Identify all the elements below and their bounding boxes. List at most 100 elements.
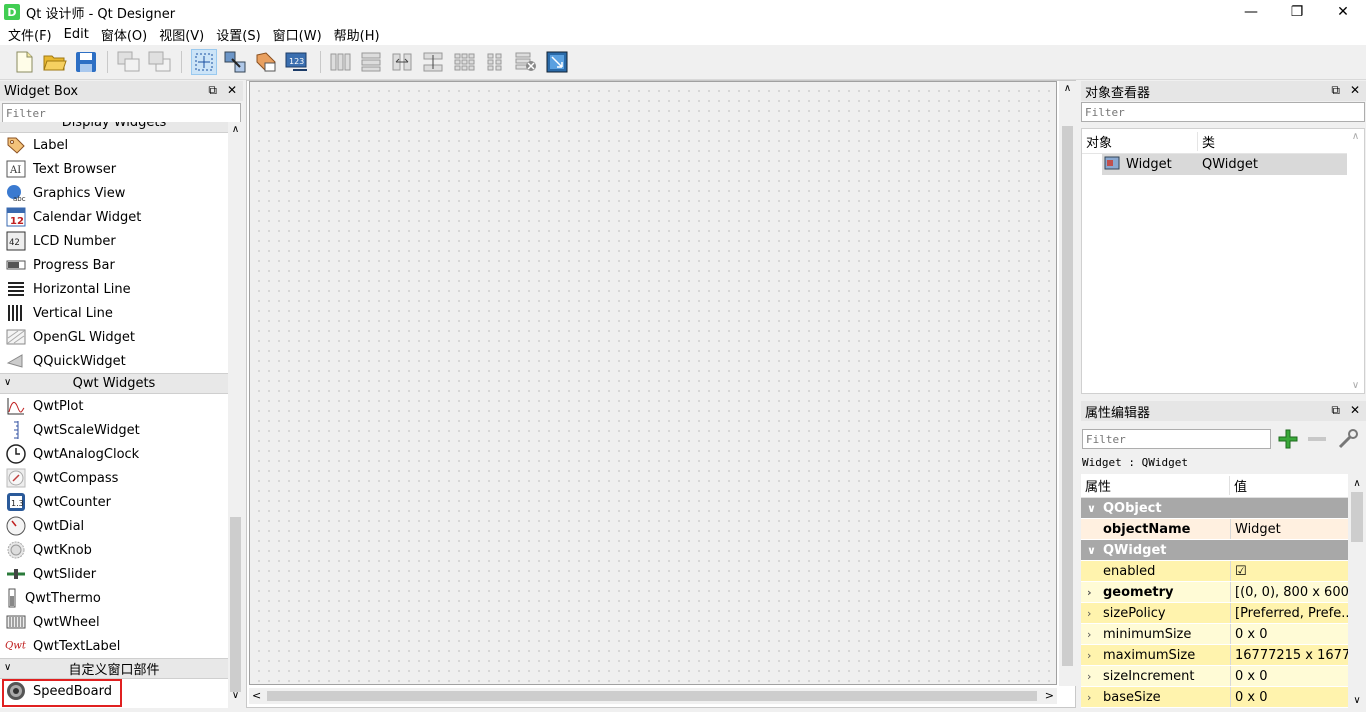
break-layout-icon[interactable] — [513, 49, 539, 75]
canvas-horizontal-scrollbar[interactable]: < > — [249, 688, 1057, 704]
object-tree-row[interactable]: Widget QWidget — [1102, 154, 1348, 175]
widget-item-text-browser[interactable]: AI Text Browser — [0, 157, 228, 181]
widget-item-qwtcounter[interactable]: 1.3 QwtCounter — [0, 490, 228, 514]
scroll-right-icon[interactable]: > — [1045, 689, 1054, 702]
property-value[interactable]: 0 x 0 — [1230, 687, 1348, 707]
menu-form[interactable]: 窗体(O) — [97, 25, 151, 44]
minimize-button[interactable]: — — [1228, 0, 1274, 24]
enabled-checkbox[interactable]: ☑ — [1230, 561, 1348, 581]
property-row-sizeincrement[interactable]: › sizeIncrement 0 x 0 — [1081, 666, 1348, 687]
widget-item-qwtscalewidget[interactable]: QwtScaleWidget — [0, 418, 228, 442]
layout-horizontal-icon[interactable] — [327, 49, 353, 75]
scroll-thumb[interactable] — [267, 691, 1037, 701]
add-property-icon[interactable] — [1275, 427, 1301, 451]
property-row-enabled[interactable]: enabled ☑ — [1081, 561, 1348, 582]
layout-grid-icon[interactable] — [451, 49, 477, 75]
edit-signals-slots-icon[interactable] — [222, 49, 248, 75]
open-icon[interactable] — [42, 49, 68, 75]
widget-item-qwtplot[interactable]: QwtPlot — [0, 394, 228, 418]
widget-item-opengl-widget[interactable]: OpenGL Widget — [0, 325, 228, 349]
chevron-right-icon[interactable]: › — [1087, 628, 1091, 641]
close-icon[interactable]: ✕ — [1350, 83, 1360, 98]
scroll-down-icon[interactable]: ∨ — [228, 690, 243, 701]
widget-item-qwtwheel[interactable]: QwtWheel — [0, 610, 228, 634]
chevron-right-icon[interactable]: › — [1087, 691, 1091, 704]
property-value[interactable]: 0 x 0 — [1230, 624, 1348, 644]
scroll-thumb[interactable] — [1062, 126, 1073, 666]
property-editor-scrollbar[interactable]: ∧ ∨ — [1348, 476, 1366, 708]
widget-item-qquickwidget[interactable]: QQuickWidget — [0, 349, 228, 373]
column-header-class[interactable]: 类 — [1198, 132, 1215, 151]
menu-settings[interactable]: 设置(S) — [212, 25, 264, 44]
property-value[interactable]: [(0, 0), 800 x 600] — [1230, 582, 1348, 602]
layout-v-splitter-icon[interactable] — [420, 49, 446, 75]
property-row-basesize[interactable]: › baseSize 0 x 0 — [1081, 687, 1348, 708]
layout-h-splitter-icon[interactable] — [389, 49, 415, 75]
property-row-geometry[interactable]: › geometry [(0, 0), 800 x 600] — [1081, 582, 1348, 603]
remove-property-icon[interactable] — [1305, 427, 1329, 451]
scroll-down-icon[interactable]: ∨ — [1347, 380, 1364, 391]
property-row-minimumsize[interactable]: › minimumSize 0 x 0 — [1081, 624, 1348, 645]
widget-item-lcd-number[interactable]: 42 LCD Number — [0, 229, 228, 253]
widget-item-label[interactable]: Label — [0, 133, 228, 157]
edit-buddies-icon[interactable] — [253, 49, 279, 75]
property-value[interactable]: Widget — [1230, 519, 1348, 539]
property-row-maximumsize[interactable]: ›maximumSize 16777215 x 1677... — [1081, 645, 1348, 666]
widget-item-qwtcompass[interactable]: QwtCompass — [0, 466, 228, 490]
chevron-right-icon[interactable]: › — [1087, 670, 1091, 683]
property-row-objectname[interactable]: objectName Widget — [1081, 519, 1348, 540]
chevron-right-icon[interactable]: › — [1087, 649, 1091, 662]
menu-help[interactable]: 帮助(H) — [330, 25, 384, 44]
widget-box-category-qwt[interactable]: ∨ Qwt Widgets — [0, 373, 228, 394]
column-header-object[interactable]: 对象 — [1082, 131, 1198, 151]
canvas-vertical-scrollbar[interactable]: ∧ — [1059, 81, 1076, 686]
scroll-thumb[interactable] — [1351, 492, 1363, 542]
widget-item-speedboard[interactable]: SpeedBoard — [0, 679, 228, 707]
widget-item-qwtslider[interactable]: QwtSlider — [0, 562, 228, 586]
widget-item-qwtanalogclock[interactable]: QwtAnalogClock — [0, 442, 228, 466]
save-icon[interactable] — [73, 49, 99, 75]
widget-item-qwtthermo[interactable]: QwtThermo — [0, 586, 228, 610]
scroll-down-icon[interactable]: ∨ — [1348, 695, 1366, 706]
widget-item-qwttextlabel[interactable]: Qwt QwtTextLabel — [0, 634, 228, 658]
float-icon[interactable]: ⧉ — [208, 83, 217, 98]
scroll-up-icon[interactable]: ∧ — [1347, 131, 1364, 142]
property-editor-filter-input[interactable] — [1082, 429, 1271, 449]
send-to-back-icon[interactable] — [116, 49, 142, 75]
form-canvas[interactable] — [249, 81, 1057, 685]
widget-box-scrollbar[interactable]: ∧ ∨ — [228, 122, 243, 708]
column-header-property[interactable]: 属性 — [1081, 476, 1230, 495]
widget-item-qwtdial[interactable]: QwtDial — [0, 514, 228, 538]
edit-widgets-icon[interactable] — [191, 49, 217, 75]
property-value[interactable]: [Preferred, Prefe... — [1230, 603, 1348, 623]
scroll-thumb[interactable] — [230, 517, 241, 692]
float-icon[interactable]: ⧉ — [1331, 83, 1340, 98]
menu-view[interactable]: 视图(V) — [155, 25, 208, 44]
widget-box-filter-input[interactable] — [2, 103, 241, 123]
widget-item-qwtknob[interactable]: QwtKnob — [0, 538, 228, 562]
widget-item-vertical-line[interactable]: Vertical Line — [0, 301, 228, 325]
chevron-right-icon[interactable]: › — [1087, 607, 1091, 620]
scroll-left-icon[interactable]: < — [252, 689, 261, 702]
widget-box-category-display[interactable]: Display Widgets — [0, 122, 228, 133]
menu-window[interactable]: 窗口(W) — [269, 25, 326, 44]
widget-box-category-custom[interactable]: ∨ 自定义窗口部件 — [0, 658, 228, 679]
adjust-size-icon[interactable] — [544, 49, 570, 75]
chevron-right-icon[interactable]: › — [1087, 586, 1092, 599]
edit-tab-order-icon[interactable]: 123 — [284, 49, 310, 75]
column-header-value[interactable]: 值 — [1230, 476, 1247, 495]
float-icon[interactable]: ⧉ — [1331, 403, 1340, 418]
new-icon[interactable] — [11, 49, 37, 75]
close-icon[interactable]: ✕ — [227, 83, 237, 98]
widget-item-graphics-view[interactable]: abc Graphics View — [0, 181, 228, 205]
property-value[interactable]: 16777215 x 1677... — [1230, 645, 1348, 665]
restore-button[interactable]: ❐ — [1274, 0, 1320, 24]
widget-item-calendar-widget[interactable]: 12 Calendar Widget — [0, 205, 228, 229]
property-value[interactable]: 0 x 0 — [1230, 666, 1348, 686]
layout-form-icon[interactable] — [482, 49, 508, 75]
close-button[interactable]: ✕ — [1320, 0, 1366, 24]
property-row-sizepolicy[interactable]: › sizePolicy [Preferred, Prefe... — [1081, 603, 1348, 624]
property-group-qobject[interactable]: ∨ QObject — [1081, 498, 1348, 519]
menu-file[interactable]: 文件(F) — [4, 25, 56, 44]
widget-item-progress-bar[interactable]: Progress Bar — [0, 253, 228, 277]
